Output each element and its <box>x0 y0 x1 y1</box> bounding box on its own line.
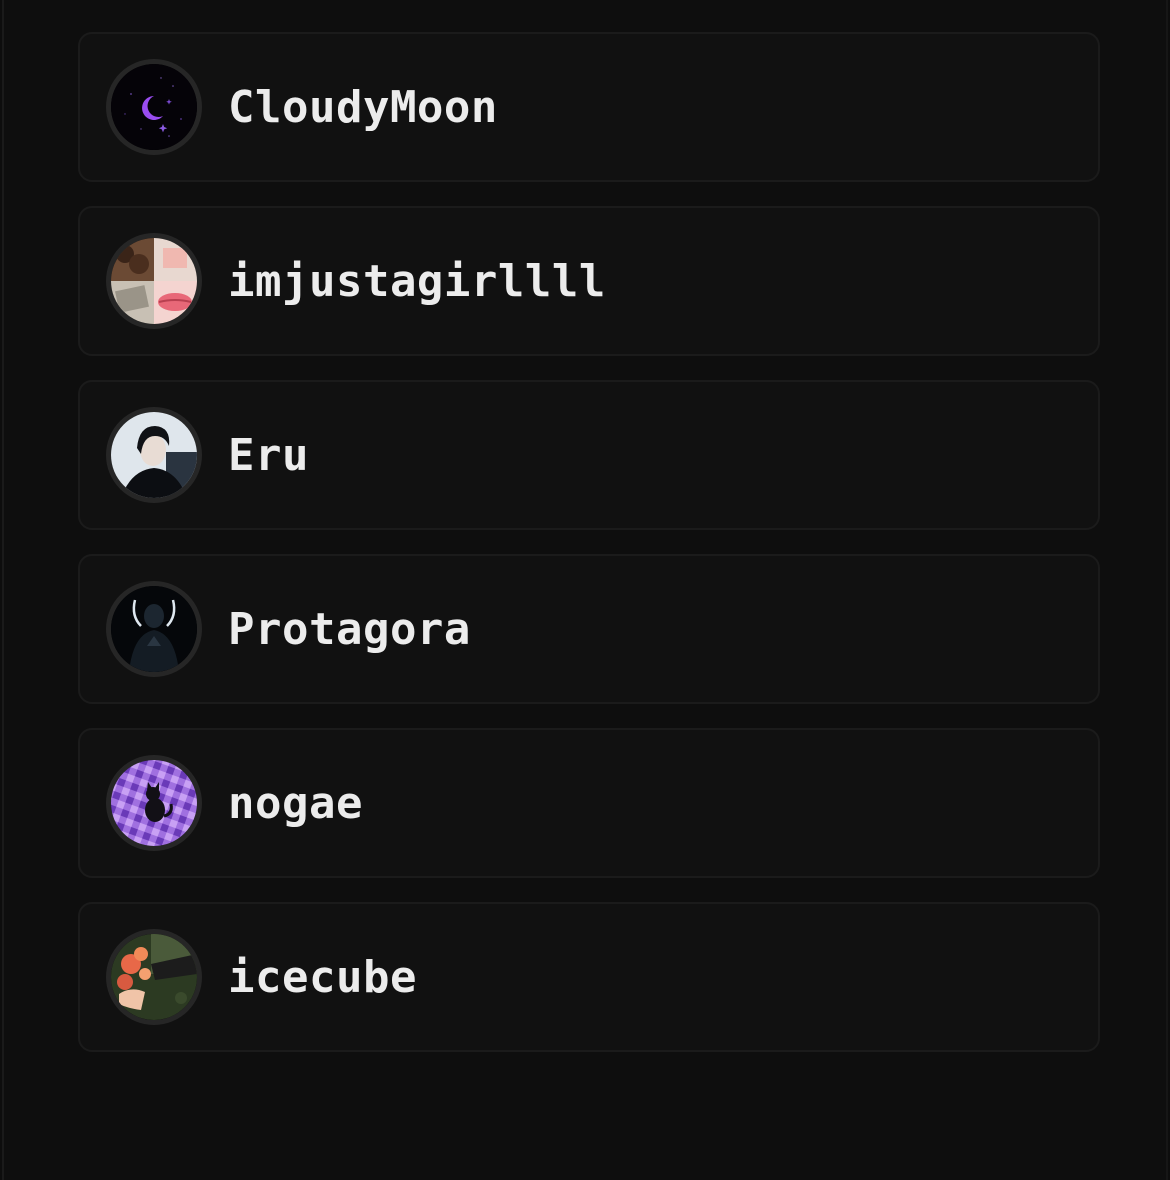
username: CloudyMoon <box>228 81 498 133</box>
username: nogae <box>228 777 363 829</box>
collage-avatar[interactable] <box>106 233 202 329</box>
user-row-nogae[interactable]: nogae <box>78 728 1100 878</box>
user-row-cloudymoon[interactable]: CloudyMoon <box>78 32 1100 182</box>
user-row-eru[interactable]: Eru <box>78 380 1100 530</box>
portrait-avatar[interactable] <box>106 407 202 503</box>
purple-cat-avatar[interactable] <box>106 755 202 851</box>
username: imjustagirllll <box>228 255 606 307</box>
dark-figure-avatar[interactable] <box>106 581 202 677</box>
username: Eru <box>228 429 309 481</box>
user-row-imjustagirllll[interactable]: imjustagirllll <box>78 206 1100 356</box>
user-row-icecube[interactable]: icecube <box>78 902 1100 1052</box>
crescent-moon-avatar[interactable] <box>106 59 202 155</box>
username: Protagora <box>228 603 471 655</box>
user-list: CloudyMoon imjustagirllll Eru Protagora … <box>78 32 1100 1076</box>
flowers-avatar[interactable] <box>106 929 202 1025</box>
username: icecube <box>228 951 417 1003</box>
user-row-protagora[interactable]: Protagora <box>78 554 1100 704</box>
app-frame: CloudyMoon imjustagirllll Eru Protagora … <box>2 0 1168 1180</box>
